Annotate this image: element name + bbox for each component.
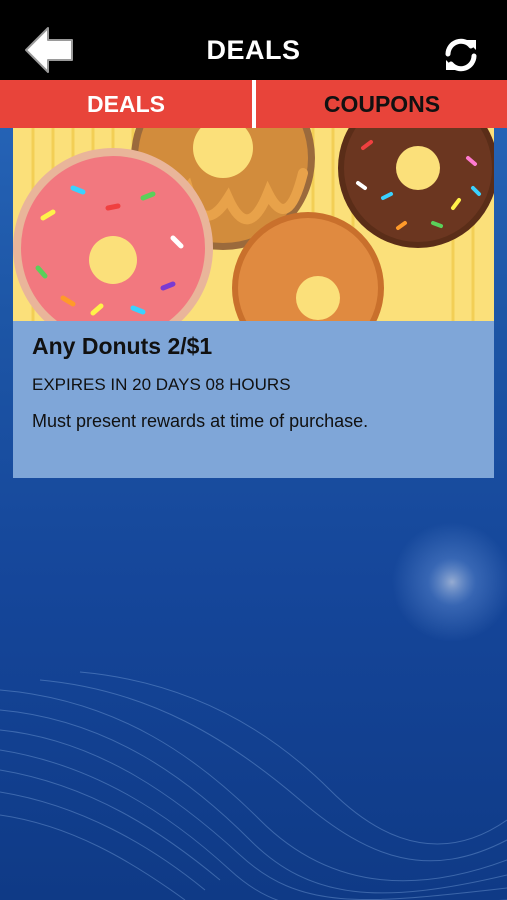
back-button[interactable] (22, 26, 76, 74)
back-arrow-icon (25, 27, 73, 73)
tab-divider (252, 80, 256, 128)
refresh-icon (445, 38, 477, 72)
deal-expiry: EXPIRES IN 20 DAYS 08 HOURS (32, 375, 291, 394)
page-title: DEALS (206, 35, 301, 65)
deal-card[interactable]: Any Donuts 2/$1 EXPIRES IN 20 DAYS 08 HO… (13, 128, 494, 478)
tab-deals[interactable]: DEALS (0, 80, 252, 128)
deal-description: Must present rewards at time of purchase… (32, 411, 369, 431)
top-bar: DEALS (0, 0, 507, 80)
deal-title: Any Donuts 2/$1 (32, 333, 213, 359)
deal-image (13, 128, 494, 321)
tab-bar: DEALS COUPONS (0, 80, 507, 128)
refresh-button[interactable] (440, 34, 482, 76)
tab-coupons[interactable]: COUPONS (257, 80, 507, 128)
